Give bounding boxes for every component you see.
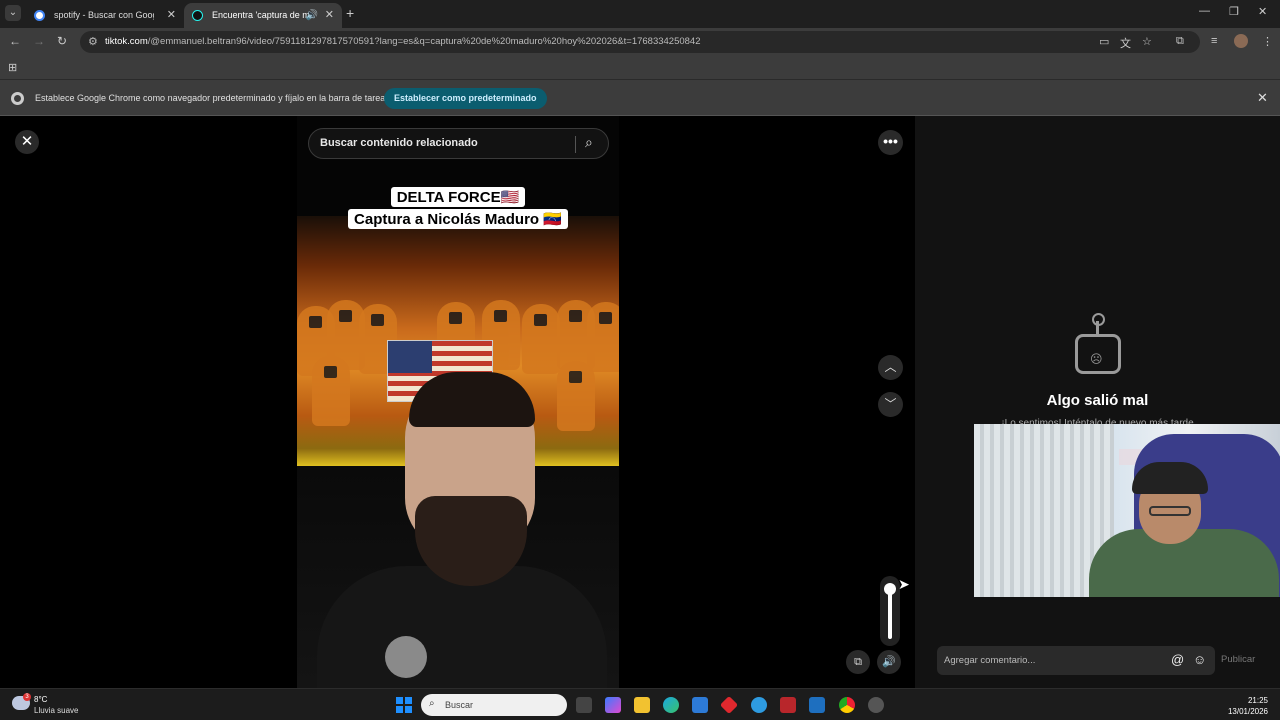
extensions-icon[interactable]: ⧉ [1176, 35, 1184, 48]
bookmark-star-icon[interactable]: ☆ [1142, 35, 1152, 48]
google-favicon-icon [34, 10, 45, 21]
close-tab-icon[interactable]: ✕ [167, 3, 176, 28]
tab-title: spotify - Buscar con Google [54, 10, 154, 20]
comment-placeholder: Agregar comentario... [944, 655, 1036, 666]
weather-badge: 3 [23, 693, 31, 701]
tiktok-video-page: ✕ DELTA FORCE🇺🇸 Captura a Nicolás Maduro… [0, 116, 1280, 688]
streamer-cap [1132, 462, 1208, 494]
webcam-overlay [974, 424, 1280, 597]
clock-date: 13/01/2026 [1227, 707, 1268, 716]
file-explorer-icon[interactable] [634, 697, 650, 713]
volume-knob[interactable] [884, 583, 896, 595]
forward-icon[interactable]: → [33, 34, 45, 48]
weather-temperature: 8°C [34, 695, 48, 704]
back-icon[interactable]: ← [9, 34, 21, 48]
edge-icon[interactable] [663, 697, 679, 713]
taskbar-search-label: Buscar [445, 700, 474, 710]
system-clock[interactable]: 21:25 13/01/2026 [1228, 695, 1268, 717]
browser-toolbar: ← → ↻ ⚙ tiktok.com/@emmanuel.beltran96/v… [0, 28, 1280, 56]
audio-playing-icon[interactable]: 🔊 [306, 3, 318, 28]
store-icon[interactable] [692, 697, 708, 713]
task-view-icon[interactable] [576, 697, 592, 713]
obs-icon[interactable] [868, 697, 884, 713]
video-caption: DELTA FORCE🇺🇸 Captura a Nicolás Maduro 🇻… [297, 186, 619, 230]
new-tab-icon[interactable]: + [346, 5, 354, 21]
chrome-logo-icon [11, 92, 24, 105]
window-close-icon[interactable]: ✕ [1258, 5, 1267, 18]
restore-icon[interactable]: ❐ [1229, 5, 1239, 18]
tab-search-icon[interactable]: ⌄ [5, 5, 21, 21]
tab-title: Encuentra 'captura de mad [212, 10, 312, 20]
copilot-icon[interactable] [605, 697, 621, 713]
bookmarks-bar: ⊞ [0, 56, 1280, 80]
profile-avatar[interactable] [1234, 34, 1248, 48]
next-video-icon[interactable]: ﹀ [878, 392, 903, 417]
mcafee-icon[interactable] [780, 697, 796, 713]
emoji-icon[interactable]: ☺ [1193, 652, 1206, 667]
windows-start-icon[interactable] [396, 697, 412, 713]
media-control-icon[interactable]: ≡ [1211, 35, 1217, 47]
search-icon[interactable]: ⌕ [585, 134, 593, 151]
video-player[interactable]: DELTA FORCE🇺🇸 Captura a Nicolás Maduro 🇻… [297, 116, 619, 688]
comment-input[interactable]: Agregar comentario... @ ☺ [937, 646, 1215, 675]
address-bar[interactable]: ⚙ tiktok.com/@emmanuel.beltran96/video/7… [80, 31, 1200, 53]
menu-kebab-icon[interactable]: ⋮ [1262, 35, 1273, 48]
reload-icon[interactable]: ↻ [57, 34, 67, 48]
site-info-icon[interactable]: ⚙ [88, 35, 98, 48]
anydesk-icon[interactable] [719, 695, 739, 715]
tiktok-favicon-icon [192, 10, 203, 21]
cast-icon[interactable]: ▭ [1099, 35, 1109, 48]
taskbar-search[interactable]: ⌕ Buscar [421, 694, 567, 716]
related-search-input[interactable]: Buscar contenido relacionado ⌕ [308, 128, 609, 159]
tab-strip: ⌄ spotify - Buscar con Google ✕ Encuentr… [0, 0, 1280, 28]
publish-button[interactable]: Publicar [1221, 654, 1255, 665]
weather-description: Lluvia suave [34, 706, 79, 715]
search-icon: ⌕ [429, 698, 435, 709]
caption-line-2: Captura a Nicolás Maduro 🇻🇪 [348, 209, 568, 229]
more-options-icon[interactable]: ••• [878, 130, 903, 155]
chrome-taskbar-icon[interactable] [839, 697, 855, 713]
volume-icon[interactable]: 🔊 [877, 650, 901, 674]
previous-video-icon[interactable]: ︿ [878, 355, 903, 380]
tab-tiktok[interactable]: Encuentra 'captura de mad 🔊 ✕ [184, 3, 342, 28]
mention-icon[interactable]: @ [1171, 652, 1184, 667]
sad-robot-icon: ☹ [1075, 313, 1121, 374]
search-placeholder: Buscar contenido relacionado [320, 137, 478, 149]
browser-app-icon[interactable] [751, 697, 767, 713]
translate-icon[interactable]: 文 [1120, 35, 1131, 51]
tab-spotify[interactable]: spotify - Buscar con Google ✕ [26, 3, 184, 28]
comments-panel: ☹ Algo salió mal ¡Lo sentimos! Inténtalo… [915, 116, 1280, 688]
close-tab-icon[interactable]: ✕ [325, 3, 334, 28]
windows-taskbar: 3 8°C Lluvia suave ⌕ Buscar 21:25 13/01/… [0, 688, 1280, 720]
clock-time: 21:25 [1247, 696, 1268, 705]
infobar-message: Establece Google Chrome como navegador p… [35, 93, 390, 103]
close-video-icon[interactable]: ✕ [15, 130, 39, 154]
error-title: Algo salió mal [1046, 392, 1149, 409]
mouse-cursor: ➤ [898, 576, 910, 592]
outlook-icon[interactable] [809, 697, 825, 713]
default-browser-infobar: Establece Google Chrome como navegador p… [0, 80, 1280, 116]
caption-line-1: DELTA FORCE🇺🇸 [390, 187, 526, 207]
minimize-icon[interactable]: — [1199, 5, 1210, 17]
url-text: tiktok.com/@emmanuel.beltran96/video/759… [105, 36, 701, 47]
set-default-button[interactable]: Establecer como predeterminado [384, 88, 547, 109]
apps-grid-icon[interactable]: ⊞ [8, 61, 17, 74]
microphone [385, 636, 427, 678]
floating-player-icon[interactable]: ⧉ [846, 650, 870, 674]
infobar-close-icon[interactable]: ✕ [1257, 90, 1268, 106]
